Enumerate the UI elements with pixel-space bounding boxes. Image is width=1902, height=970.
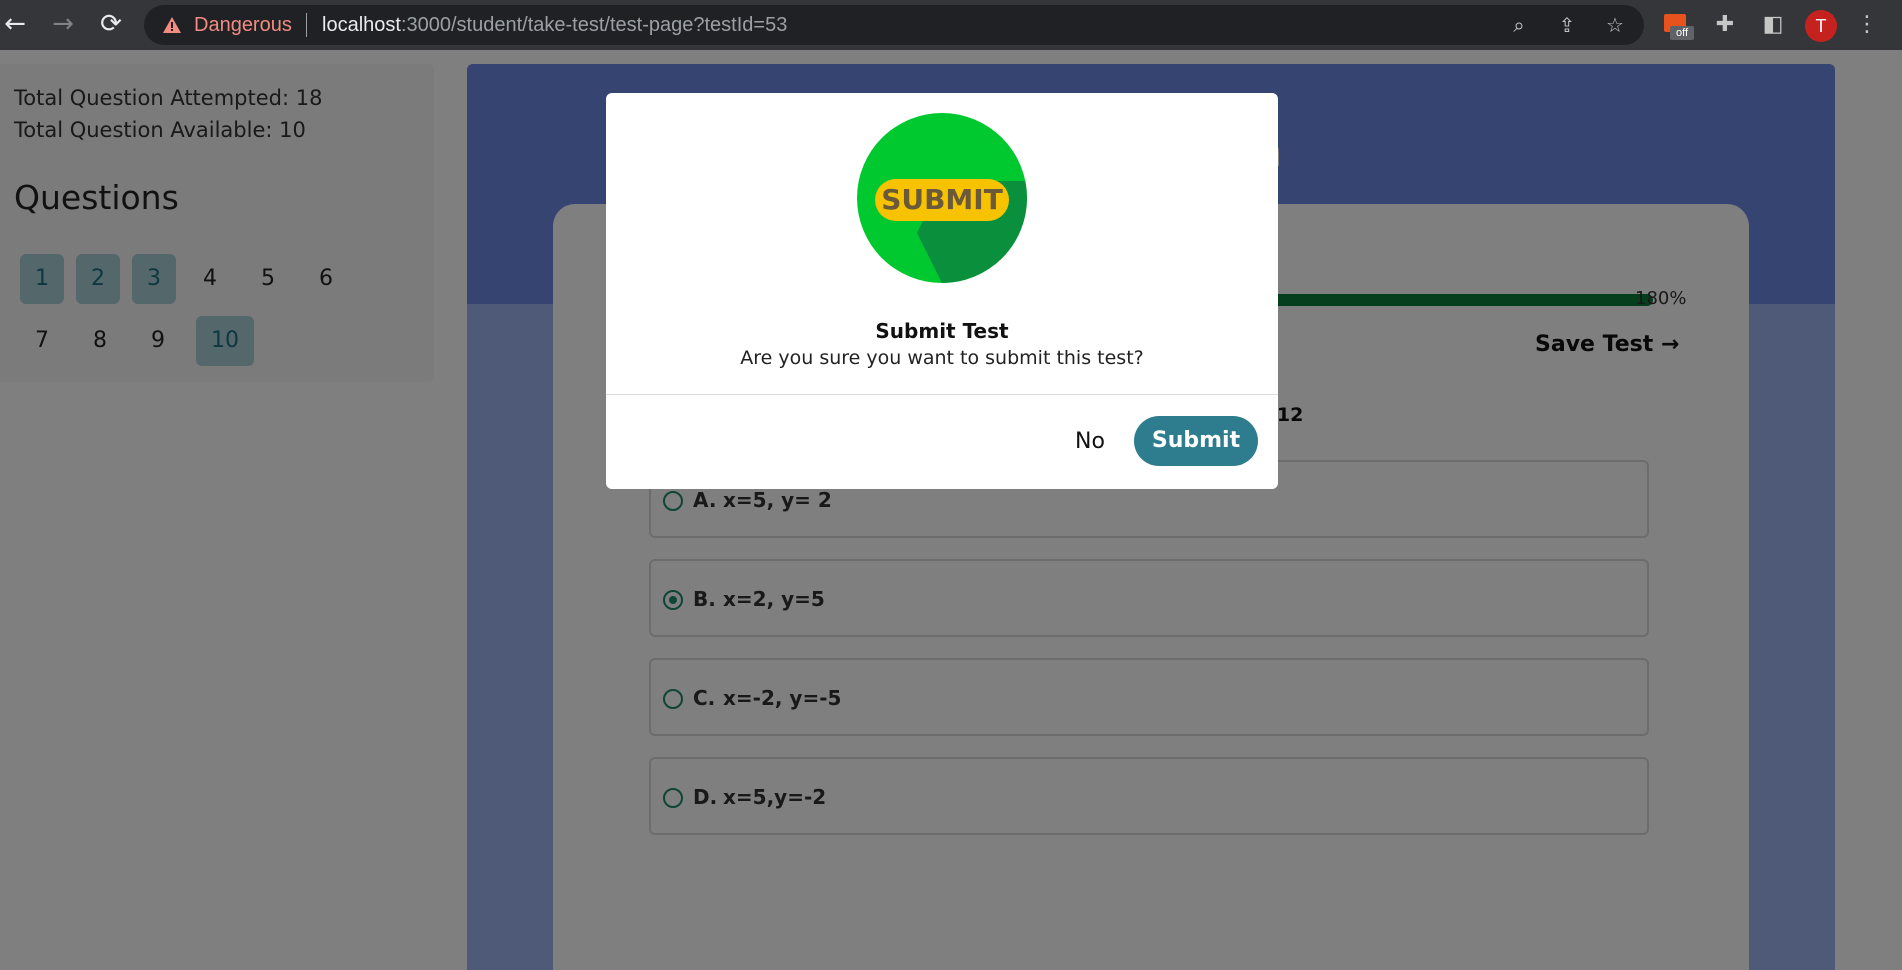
url-path: :3000/student/take-test/test-page?testId… xyxy=(400,14,788,36)
zoom-icon[interactable]: ⌕ xyxy=(1508,14,1530,36)
browser-toolbar: ← → ⟳ Dangerous localhost:3000/student/t… xyxy=(0,0,1902,50)
browser-menu-icon[interactable]: ⋮ xyxy=(1856,10,1878,40)
submit-modal: SUBMIT Submit Test Are you sure you want… xyxy=(606,93,1278,489)
pdf-extension-badge: off xyxy=(1670,26,1694,40)
omnibox-separator xyxy=(306,13,307,37)
submit-badge-icon: SUBMIT xyxy=(857,113,1027,283)
modal-message: Are you sure you want to submit this tes… xyxy=(740,347,1144,369)
extensions-puzzle-icon[interactable]: ✚ xyxy=(1712,10,1738,40)
reload-icon[interactable]: ⟳ xyxy=(98,11,124,37)
warning-icon xyxy=(163,17,181,33)
forward-arrow-icon[interactable]: → xyxy=(50,11,76,37)
modal-divider xyxy=(606,394,1278,395)
url-host: localhost xyxy=(322,14,401,36)
back-arrow-icon[interactable]: ← xyxy=(2,11,28,37)
profile-avatar[interactable]: T xyxy=(1805,10,1837,42)
pdf-extension-icon[interactable]: off xyxy=(1664,10,1694,40)
url-text[interactable]: localhost:3000/student/take-test/test-pa… xyxy=(322,15,787,35)
security-label[interactable]: Dangerous xyxy=(194,15,292,35)
modal-title: Submit Test xyxy=(875,319,1009,343)
share-icon[interactable]: ⇪ xyxy=(1556,14,1578,36)
side-panel-icon[interactable]: ◧ xyxy=(1760,10,1786,40)
no-button[interactable]: No xyxy=(1066,417,1114,467)
submit-button[interactable]: Submit xyxy=(1134,416,1258,466)
submit-badge-text: SUBMIT xyxy=(881,183,1003,216)
bookmark-star-icon[interactable]: ☆ xyxy=(1604,14,1626,36)
address-bar[interactable]: Dangerous localhost:3000/student/take-te… xyxy=(144,5,1644,45)
